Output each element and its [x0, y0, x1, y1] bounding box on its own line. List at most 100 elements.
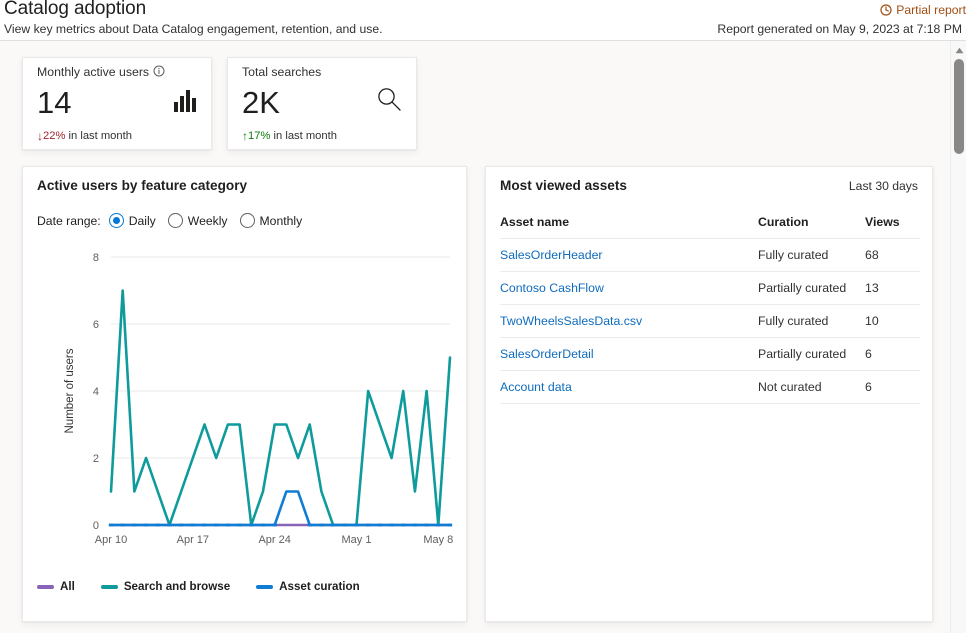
chart-data-marker — [343, 524, 347, 527]
chart-data-marker — [237, 524, 241, 527]
legend-swatch-asset-curation — [256, 585, 273, 589]
kpi-value: 14 — [37, 84, 71, 122]
cell-asset-name: Contoso CashFlow — [500, 272, 758, 305]
chart-panel: Active users by feature category Date ra… — [22, 166, 467, 622]
chart-data-marker — [261, 524, 265, 527]
chart-data-marker — [226, 524, 230, 527]
kpi-delta-suffix: in last month — [270, 130, 337, 142]
radio-label-weekly: Weekly — [188, 214, 228, 228]
cell-curation: Fully curated — [758, 239, 865, 272]
table-row: SalesOrderHeader Fully curated68 — [500, 239, 920, 272]
chart-data-marker — [308, 524, 312, 527]
table-row: Contoso CashFlowPartially curated13 — [500, 272, 920, 305]
legend-swatch-search-and-browse — [101, 585, 118, 589]
kpi-label: Total searches — [242, 65, 321, 79]
chart-data-marker — [191, 524, 195, 527]
x-axis-tick-label: May 1 — [341, 534, 371, 546]
chart-data-marker — [214, 524, 218, 527]
radio-circle-daily — [109, 213, 124, 228]
y-axis-tick-label: 4 — [93, 386, 99, 398]
date-range-radio-group: Date range: Daily Weekly Monthly — [37, 213, 314, 228]
table-header-row: Asset name Curation Views — [500, 209, 920, 239]
asset-name-link[interactable]: Contoso CashFlow — [500, 281, 604, 295]
radio-circle-monthly — [240, 213, 255, 228]
kpi-card-total-searches: Total searches 2K ↑17% in last month — [227, 57, 417, 150]
radio-weekly[interactable]: Weekly — [168, 213, 228, 228]
chart-data-marker — [319, 524, 323, 527]
cell-views: 68 — [865, 239, 920, 272]
legend-item-asset-curation[interactable]: Asset curation — [256, 580, 360, 593]
legend-item-search-and-browse[interactable]: Search and browse — [101, 580, 230, 593]
x-axis-tick-label: May 8 — [423, 534, 453, 546]
column-header-curation[interactable]: Curation — [758, 209, 865, 239]
kpi-delta-suffix: in last month — [65, 130, 132, 142]
scrollbar-thumb[interactable] — [954, 59, 964, 154]
scroll-up-arrow-icon[interactable] — [951, 43, 966, 57]
kpi-delta: ↓22% in last month — [37, 129, 132, 143]
page-title: Catalog adoption — [4, 0, 146, 20]
chart-data-marker — [366, 524, 370, 527]
y-axis-tick-label: 8 — [93, 252, 99, 264]
chart-data-marker — [156, 524, 160, 527]
legend-item-all[interactable]: All — [37, 580, 75, 593]
kpi-delta: ↑17% in last month — [242, 129, 337, 143]
cell-asset-name: SalesOrderDetail — [500, 338, 758, 371]
chart-data-marker — [389, 524, 393, 527]
cell-curation: Fully curated — [758, 305, 865, 338]
partial-report-badge[interactable]: Partial report — [880, 3, 966, 19]
cell-curation: Partially curated — [758, 272, 865, 305]
chart-data-marker — [179, 524, 183, 527]
partial-report-label: Partial report — [896, 3, 966, 17]
legend-label-asset-curation: Asset curation — [279, 580, 360, 593]
chart-panel-title: Active users by feature category — [37, 178, 247, 193]
y-axis-title: Number of users — [64, 348, 76, 433]
x-axis-tick-label: Apr 17 — [177, 534, 209, 546]
chart-data-marker — [424, 524, 428, 527]
chart-data-marker — [331, 524, 335, 527]
cell-views: 6 — [865, 338, 920, 371]
chart-series-asset-curation — [111, 492, 450, 526]
asset-name-link[interactable]: TwoWheelsSalesData.csv — [500, 314, 642, 328]
kpi-label-text: Total searches — [242, 65, 321, 79]
asset-name-link[interactable]: SalesOrderDetail — [500, 347, 594, 361]
chart-data-marker — [354, 524, 358, 527]
radio-daily[interactable]: Daily — [109, 213, 156, 228]
chart-data-marker — [144, 524, 148, 527]
column-header-views[interactable]: Views — [865, 209, 920, 239]
chart-data-marker — [413, 524, 417, 527]
assets-panel-timeframe: Last 30 days — [849, 179, 918, 193]
table-row: SalesOrderDetail Partially curated6 — [500, 338, 920, 371]
cell-curation: Partially curated — [758, 338, 865, 371]
date-range-label: Date range: — [37, 214, 101, 228]
asset-name-link[interactable]: Account data — [500, 380, 572, 394]
line-chart[interactable]: 02468Number of usersApr 10Apr 17Apr 24Ma… — [23, 247, 468, 567]
y-axis-tick-label: 0 — [93, 520, 99, 532]
chart-legend: All Search and browse Asset curation — [37, 580, 386, 593]
chart-data-marker — [448, 524, 452, 527]
chart-data-marker — [249, 524, 253, 527]
legend-label-search-and-browse: Search and browse — [124, 580, 230, 593]
search-icon — [376, 86, 402, 117]
x-axis-tick-label: Apr 10 — [95, 534, 127, 546]
chart-data-marker — [378, 524, 382, 527]
radio-monthly[interactable]: Monthly — [240, 213, 303, 228]
clock-warning-icon — [880, 4, 892, 19]
kpi-label: Monthly active users — [37, 65, 165, 80]
kpi-card-monthly-active-users: Monthly active users 14 ↓22% in last mon… — [22, 57, 212, 150]
asset-name-link[interactable]: SalesOrderHeader — [500, 248, 603, 262]
cell-asset-name: Account data — [500, 371, 758, 404]
cell-views: 6 — [865, 371, 920, 404]
y-axis-tick-label: 2 — [93, 453, 99, 465]
assets-table: Asset name Curation Views SalesOrderHead… — [500, 209, 920, 404]
chart-series-search-and-browse — [111, 291, 450, 526]
vertical-scrollbar[interactable] — [950, 41, 966, 633]
chart-data-marker — [167, 524, 171, 527]
cell-views: 10 — [865, 305, 920, 338]
column-header-asset-name[interactable]: Asset name — [500, 209, 758, 239]
info-icon[interactable] — [153, 65, 165, 80]
table-row: Account data Not curated6 — [500, 371, 920, 404]
cell-curation: Not curated — [758, 371, 865, 404]
assets-panel-title: Most viewed assets — [500, 178, 627, 193]
legend-swatch-all — [37, 585, 54, 589]
chart-data-marker — [109, 524, 113, 527]
